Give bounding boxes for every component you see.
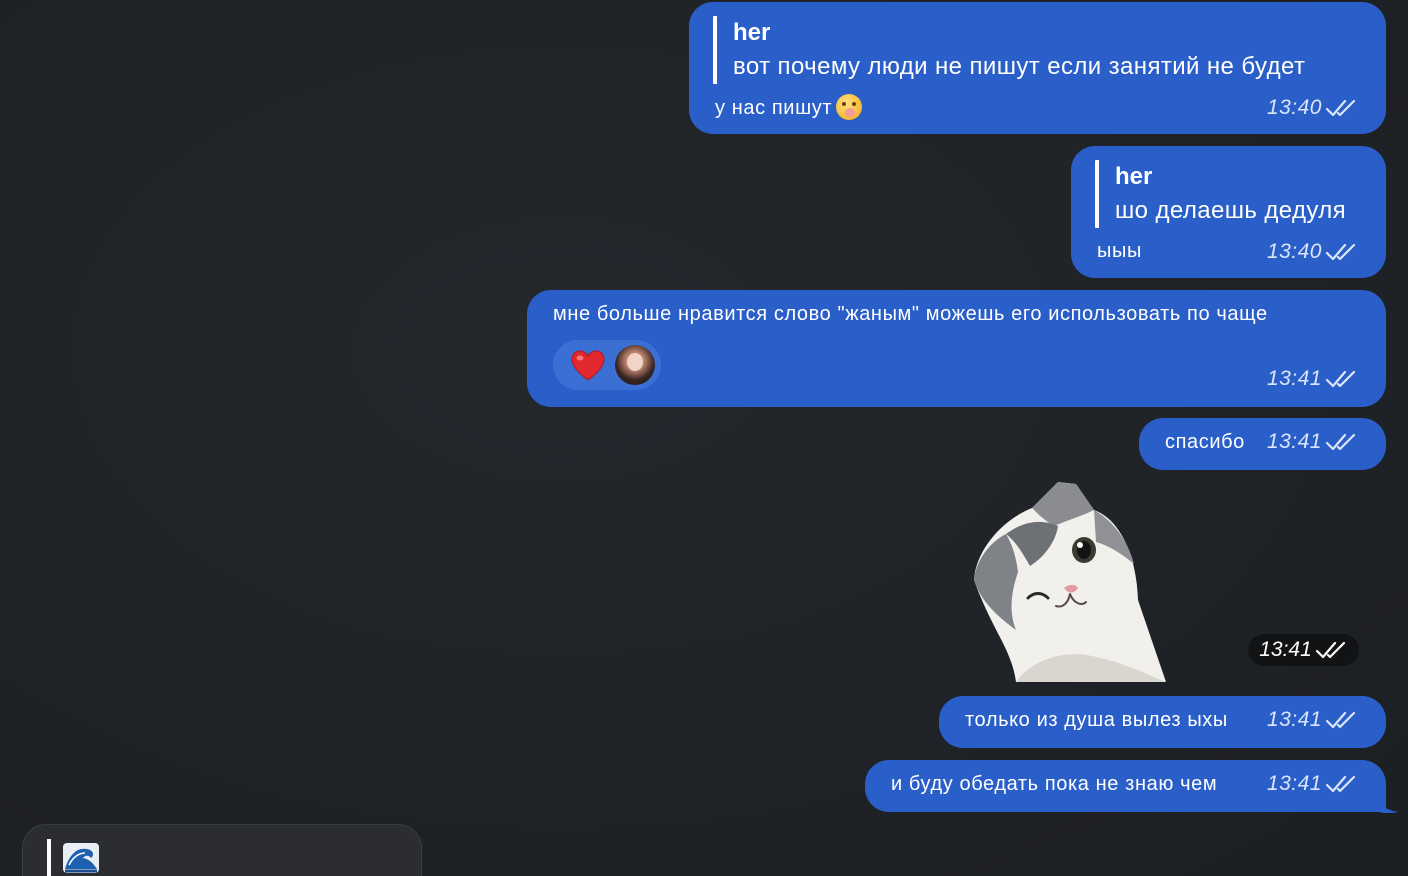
message-time: 13:41 [1266, 708, 1322, 731]
message-text: ыыы [1097, 240, 1142, 262]
message-time: 13:41 [1259, 638, 1312, 661]
outgoing-message[interactable]: только из душа вылез ыхы 13:41 [939, 696, 1386, 748]
message-time: 13:41 [1266, 772, 1322, 795]
message-time: 13:40 [1266, 240, 1322, 263]
reply-text: шо делаешь дедуля [1115, 197, 1347, 224]
message-text: спасибо [1165, 431, 1245, 453]
double-check-icon [1325, 243, 1356, 261]
winking-cat-sticker[interactable] [972, 480, 1172, 682]
double-check-icon [1325, 775, 1356, 793]
double-check-icon [1325, 370, 1356, 388]
incoming-message[interactable] [22, 824, 422, 876]
face-with-hand-over-mouth-icon [836, 94, 863, 120]
message-text: мне больше нравится слово "жаным" можешь… [553, 303, 1268, 325]
message-meta: 13:41 [1267, 367, 1358, 391]
double-check-icon [1325, 711, 1356, 729]
message-meta: 13:41 [1267, 772, 1358, 796]
outgoing-message[interactable]: спасибо 13:41 [1139, 418, 1386, 470]
reply-quote-bar [47, 839, 51, 876]
outgoing-message[interactable]: her шо делаешь дедуля ыыы 13:40 [1071, 146, 1386, 278]
message-text: у нас пишут [715, 94, 863, 120]
double-check-icon [1325, 99, 1356, 117]
red-heart-icon [571, 350, 605, 381]
double-check-icon [1325, 433, 1356, 451]
bubble-tail [1374, 792, 1398, 814]
avatar [615, 345, 655, 385]
outgoing-message[interactable]: her вот почему люди не пишут если заняти… [689, 2, 1386, 134]
water-wave-icon [63, 843, 99, 873]
message-meta: 13:40 [1267, 96, 1358, 120]
reply-text: вот почему люди не пишут если занятий не… [733, 53, 1306, 80]
outgoing-message[interactable]: и буду обедать пока не знаю чем 13:41 [865, 760, 1386, 812]
reply-quote[interactable]: her вот почему люди не пишут если заняти… [713, 16, 1305, 84]
message-meta: 13:41 [1267, 430, 1358, 454]
double-check-icon [1315, 641, 1345, 659]
message-text: и буду обедать пока не знаю чем [891, 773, 1218, 795]
message-text: только из душа вылез ыхы [965, 709, 1228, 731]
reply-quote[interactable]: her шо делаешь дедуля [1095, 160, 1346, 228]
message-time: 13:40 [1266, 96, 1322, 119]
message-meta: 13:40 [1267, 240, 1358, 264]
message-meta: 13:41 [1267, 708, 1358, 732]
reaction-pill[interactable] [553, 340, 661, 390]
sticker-time-badge: 13:41 [1248, 634, 1359, 666]
outgoing-message[interactable]: мне больше нравится слово "жаным" можешь… [527, 290, 1386, 407]
message-text-content: у нас пишут [715, 97, 833, 119]
message-time: 13:41 [1266, 367, 1322, 390]
reply-author: her [1115, 163, 1153, 190]
chat-view: her вот почему люди не пишут если заняти… [0, 0, 1408, 876]
message-time: 13:41 [1266, 430, 1322, 453]
reply-author: her [733, 19, 771, 46]
